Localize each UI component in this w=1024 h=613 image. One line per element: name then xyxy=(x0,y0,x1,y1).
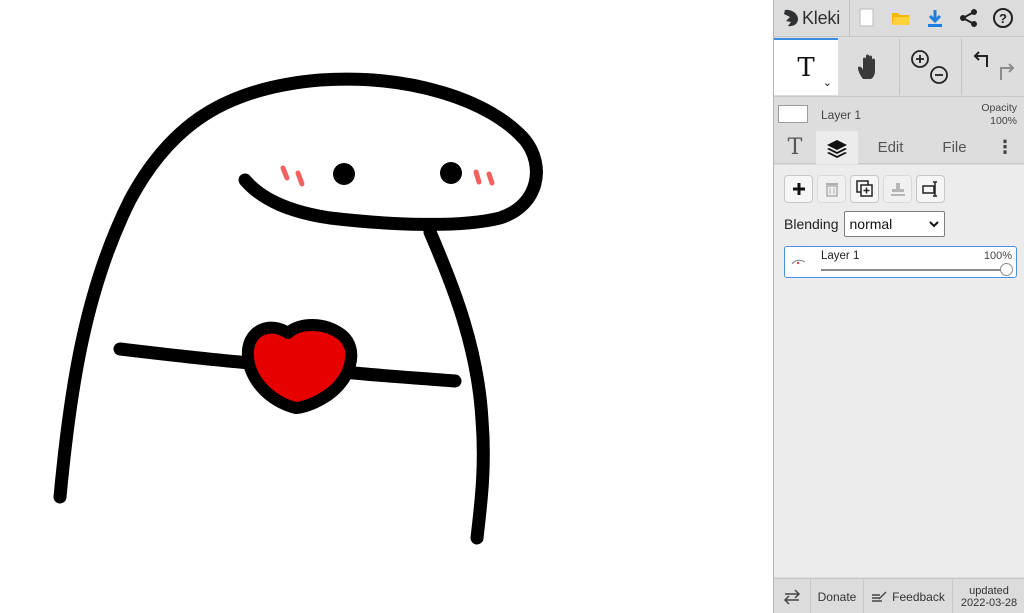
delete-layer-icon xyxy=(825,183,838,197)
blush-left-1 xyxy=(280,165,290,181)
blending-row: Blending normal xyxy=(784,211,945,237)
open-folder-icon xyxy=(892,13,910,25)
duplicate-layer-icon xyxy=(855,180,873,197)
opacity-value: 100% xyxy=(990,115,1017,127)
blending-value: normal xyxy=(849,216,893,232)
layers-panel: Blending normal Layer 1 100% xyxy=(774,165,1024,577)
layer-actions xyxy=(784,175,945,203)
blending-label: Blending xyxy=(784,216,839,232)
chevron-down-icon xyxy=(928,220,939,227)
open-image-button[interactable] xyxy=(884,0,918,37)
layer-preview-name: Layer 1 xyxy=(821,108,862,122)
layer-opacity-fill xyxy=(821,269,1007,271)
help-icon: ? xyxy=(993,8,1013,28)
text-tool-icon: T xyxy=(797,52,815,83)
top-bar: Kleki ? xyxy=(774,0,1024,37)
help-button[interactable]: ? xyxy=(986,0,1020,37)
left-arm xyxy=(113,342,257,370)
more-menu-icon[interactable]: ⋮ xyxy=(986,131,1024,164)
text-tool-button[interactable]: T ⌄ xyxy=(774,38,838,95)
heart xyxy=(241,319,358,414)
zoom-in-icon[interactable] xyxy=(910,49,929,68)
hand-tool-icon xyxy=(857,54,875,79)
zoom-tool-group xyxy=(900,38,962,95)
updated-label: updated xyxy=(969,584,1009,597)
svg-text:?: ? xyxy=(999,11,1007,26)
layer-opacity-slider[interactable] xyxy=(821,269,1007,271)
zoom-out-icon[interactable] xyxy=(929,65,948,84)
undo-icon[interactable] xyxy=(973,50,988,67)
left-eye xyxy=(333,163,355,185)
opacity-label: Opacity xyxy=(981,102,1017,114)
feedback-button[interactable]: Feedback xyxy=(864,579,953,613)
swap-icon xyxy=(783,588,801,605)
layers-icon xyxy=(827,139,847,158)
panel-tabs: T Edit File ⋮ xyxy=(774,131,1024,164)
layer-thumbnail xyxy=(789,254,809,270)
kleki-logo[interactable]: Kleki xyxy=(774,0,850,37)
blush-left-2 xyxy=(295,170,305,187)
layer-name: Layer 1 xyxy=(821,250,860,262)
layer-opacity-value: 100% xyxy=(983,250,1012,262)
right-eye xyxy=(440,162,462,184)
download-button[interactable] xyxy=(918,0,952,37)
swap-side-button[interactable] xyxy=(774,579,811,613)
update-info[interactable]: updated 2022-03-28 xyxy=(953,579,1024,613)
duplicate-layer-button[interactable] xyxy=(850,175,879,203)
merge-layer-button[interactable] xyxy=(883,175,912,203)
drawing-artwork xyxy=(53,72,543,545)
new-image-button[interactable] xyxy=(850,0,884,37)
drawing-canvas[interactable] xyxy=(0,0,773,613)
redo-icon[interactable] xyxy=(999,62,1014,80)
tab-brush[interactable]: T xyxy=(774,131,816,164)
blending-select[interactable]: normal xyxy=(843,211,945,237)
download-icon xyxy=(928,10,942,27)
undo-redo-icons xyxy=(973,50,1014,80)
right-arm xyxy=(338,365,462,388)
layer-preview-bar[interactable]: Layer 1 Opacity 100% xyxy=(774,96,1024,130)
brush-tab-icon: T xyxy=(787,135,803,160)
layer-preview-opacity: Opacity 100% xyxy=(981,102,1017,128)
bottom-bar: Donate Feedback updated 2022-03-28 xyxy=(774,578,1024,613)
app-name: Kleki xyxy=(802,7,841,28)
merge-layer-icon xyxy=(890,183,905,196)
feedback-icon xyxy=(872,591,887,602)
tab-edit[interactable]: Edit xyxy=(858,131,923,164)
donate-button[interactable]: Donate xyxy=(811,579,864,613)
tab-layers[interactable] xyxy=(816,131,858,164)
tool-row: T ⌄ xyxy=(774,38,1024,95)
updated-date: 2022-03-28 xyxy=(960,596,1018,609)
add-layer-button[interactable] xyxy=(784,175,813,203)
share-button[interactable] xyxy=(952,0,986,37)
hand-tool-button[interactable] xyxy=(838,38,900,95)
side-panel: Kleki ? T ⌄ Layer 1 Opacity 100% T Edit … xyxy=(773,0,1024,613)
delete-layer-button[interactable] xyxy=(817,175,846,203)
body-outline-left xyxy=(53,72,543,504)
zoom-icons xyxy=(910,49,948,84)
rename-layer-icon xyxy=(921,181,937,197)
chevron-down-icon[interactable]: ⌄ xyxy=(823,76,832,89)
feedback-label: Feedback xyxy=(892,589,945,604)
layer-list-item[interactable]: Layer 1 100% xyxy=(784,246,1017,278)
rename-layer-button[interactable] xyxy=(916,175,945,203)
undo-redo-group xyxy=(962,38,1024,95)
kleki-app: Kleki ? T ⌄ Layer 1 Opacity 100% T Edit … xyxy=(0,0,1024,613)
share-icon xyxy=(960,9,977,27)
blush-right-2 xyxy=(486,171,495,186)
add-layer-icon xyxy=(792,183,805,195)
new-image-icon xyxy=(859,8,874,27)
layer-opacity-slider-thumb[interactable] xyxy=(1000,263,1013,276)
tab-file[interactable]: File xyxy=(923,131,986,164)
blush-right-1 xyxy=(473,169,482,185)
kleki-logo-icon xyxy=(784,9,798,27)
layer-preview-thumbnail xyxy=(778,105,808,123)
